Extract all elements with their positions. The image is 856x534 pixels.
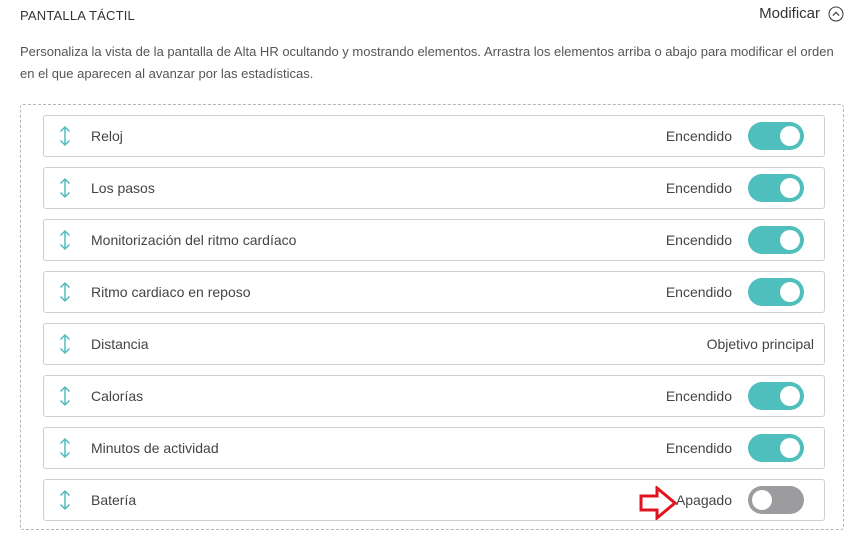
toggle-switch[interactable] bbox=[748, 382, 804, 410]
item-status: Encendido bbox=[665, 284, 732, 300]
drag-handle-icon[interactable] bbox=[57, 229, 73, 251]
drag-handle-icon[interactable] bbox=[57, 385, 73, 407]
red-arrow-icon bbox=[639, 486, 677, 520]
toggle-knob bbox=[780, 178, 800, 198]
drag-handle-icon[interactable] bbox=[57, 489, 73, 511]
modify-button[interactable]: Modificar bbox=[759, 5, 844, 22]
item-status: Encendido bbox=[665, 180, 732, 196]
item-label: Ritmo cardiaco en reposo bbox=[91, 284, 251, 300]
toggle-knob bbox=[752, 490, 772, 510]
toggle-switch[interactable] bbox=[748, 278, 804, 306]
item-label: Minutos de actividad bbox=[91, 440, 219, 456]
list-item-reloj[interactable]: Reloj Encendido bbox=[43, 115, 825, 157]
item-status: Objetivo principal bbox=[706, 336, 814, 352]
list-item-ritmo-cardiaco-reposo[interactable]: Ritmo cardiaco en reposo Encendido bbox=[43, 271, 825, 313]
list-item-minutos-actividad[interactable]: Minutos de actividad Encendido bbox=[43, 427, 825, 469]
toggle-knob bbox=[780, 230, 800, 250]
item-label: Reloj bbox=[91, 128, 123, 144]
item-label: Distancia bbox=[91, 336, 149, 352]
list-item-los-pasos[interactable]: Los pasos Encendido bbox=[43, 167, 825, 209]
toggle-switch[interactable] bbox=[748, 122, 804, 150]
description-text: Personaliza la vista de la pantalla de A… bbox=[20, 44, 834, 81]
list-item-distancia[interactable]: Distancia Objetivo principal bbox=[43, 323, 825, 365]
list-item-calorias[interactable]: Calorías Encendido bbox=[43, 375, 825, 417]
drag-handle-icon[interactable] bbox=[57, 437, 73, 459]
item-status: Encendido bbox=[665, 128, 732, 144]
toggle-switch[interactable] bbox=[748, 434, 804, 462]
item-label: Monitorización del ritmo cardíaco bbox=[91, 232, 297, 248]
toggle-switch[interactable] bbox=[748, 486, 804, 514]
item-status: Encendido bbox=[665, 440, 732, 456]
item-status: Encendido bbox=[665, 232, 732, 248]
list-item-bateria[interactable]: Batería Apagado bbox=[43, 479, 825, 521]
list-item-monitorizacion-ritmo-cardiaco[interactable]: Monitorización del ritmo cardíaco Encend… bbox=[43, 219, 825, 261]
drag-handle-icon[interactable] bbox=[57, 333, 73, 355]
chevron-up-circle-icon bbox=[828, 5, 844, 22]
item-label: Calorías bbox=[91, 388, 144, 404]
toggle-knob bbox=[780, 282, 800, 302]
toggle-switch[interactable] bbox=[748, 174, 804, 202]
section-title: PANTALLA TÁCTIL bbox=[20, 8, 135, 23]
toggle-knob bbox=[780, 386, 800, 406]
drag-handle-icon[interactable] bbox=[57, 177, 73, 199]
toggle-switch[interactable] bbox=[748, 226, 804, 254]
toggle-knob bbox=[780, 126, 800, 146]
drag-handle-icon[interactable] bbox=[57, 281, 73, 303]
item-status: Encendido bbox=[665, 388, 732, 404]
item-list: Reloj Encendido Los pasos Encendido Moni… bbox=[20, 104, 844, 530]
toggle-knob bbox=[780, 438, 800, 458]
modify-label: Modificar bbox=[759, 5, 820, 22]
item-status: Apagado bbox=[675, 492, 732, 508]
drag-handle-icon[interactable] bbox=[57, 125, 73, 147]
item-label: Los pasos bbox=[91, 180, 155, 196]
item-label: Batería bbox=[91, 492, 137, 508]
